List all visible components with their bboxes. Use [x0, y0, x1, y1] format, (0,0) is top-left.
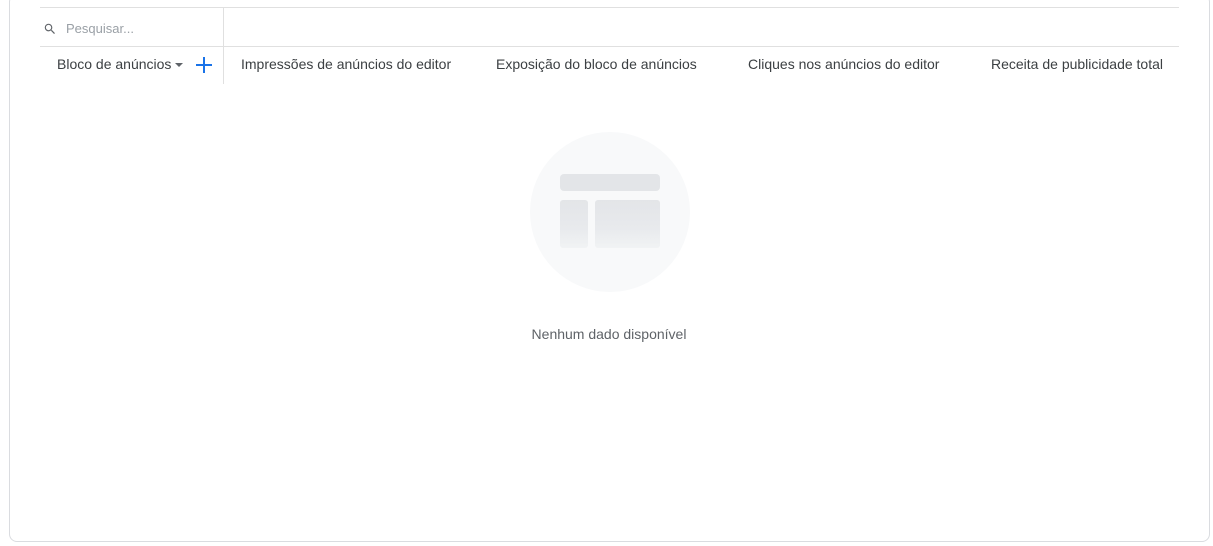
search-cell — [40, 8, 224, 47]
empty-table-icon — [530, 132, 690, 292]
dimension-header-label[interactable]: Bloco de anúncios — [57, 56, 171, 72]
table-header-row: Bloco de anúncios Impressões de anúncios… — [40, 47, 1179, 84]
search-icon — [44, 23, 55, 34]
metric-header-revenue[interactable]: Receita de publicidade total — [991, 56, 1163, 72]
metric-header-clicks[interactable]: Cliques nos anúncios do editor — [748, 56, 939, 72]
empty-state-message: Nenhum dado disponível — [531, 326, 687, 342]
metric-header-exposure[interactable]: Exposição do bloco de anúncios — [496, 56, 697, 72]
add-icon[interactable] — [194, 55, 214, 75]
search-input[interactable] — [66, 18, 216, 38]
table-search-row — [40, 7, 1179, 47]
chevron-down-icon[interactable] — [175, 63, 183, 67]
metric-header-impressions[interactable]: Impressões de anúncios do editor — [241, 56, 451, 72]
dimension-header[interactable]: Bloco de anúncios — [40, 47, 224, 84]
